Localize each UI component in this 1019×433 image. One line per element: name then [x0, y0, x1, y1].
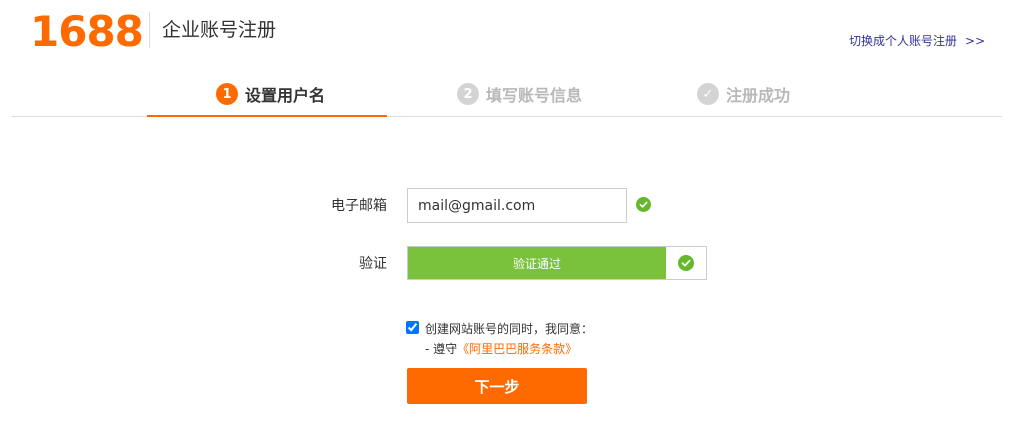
agreement-terms-line: - 遵守《阿里巴巴服务条款》 — [425, 341, 577, 357]
email-label: 电子邮箱 — [331, 198, 387, 214]
page-title: 企业账号注册 — [162, 19, 277, 41]
switch-to-personal-link[interactable]: 切换成个人账号注册 >> — [849, 32, 985, 50]
step-label: 注册成功 — [726, 86, 791, 105]
email-input[interactable] — [407, 188, 627, 223]
active-step-indicator — [147, 115, 387, 117]
step-set-username: 1 设置用户名 — [216, 82, 325, 106]
verify-success-check-icon — [678, 255, 694, 271]
registration-page: 1688 企业账号注册 切换成个人账号注册 >> 1 设置用户名 2 填写账号信息… — [0, 0, 1019, 433]
switch-link-arrow: >> — [965, 34, 986, 48]
step-label: 设置用户名 — [245, 86, 326, 105]
next-step-button[interactable]: 下一步 — [407, 368, 587, 404]
verify-passed-track: 验证通过 — [408, 247, 666, 279]
email-valid-check-icon — [636, 197, 651, 212]
agreement-text: 创建网站账号的同时，我同意： — [425, 322, 594, 336]
agreement-checkbox[interactable] — [406, 321, 419, 334]
agreement-terms-prefix: - 遵守 — [425, 342, 458, 356]
header-divider — [149, 12, 150, 48]
check-icon: ✓ — [697, 83, 719, 105]
terms-of-service-link[interactable]: 《阿里巴巴服务条款》 — [457, 342, 577, 356]
step-fill-account-info: 2 填写账号信息 — [457, 82, 582, 106]
switch-link-label: 切换成个人账号注册 — [849, 34, 958, 48]
verify-slider-handle[interactable] — [666, 247, 706, 279]
step-register-success: ✓ 注册成功 — [697, 82, 790, 106]
verify-label: 验证 — [359, 256, 387, 272]
step-number-badge: 2 — [457, 83, 479, 105]
step-number-badge: 1 — [216, 83, 238, 105]
step-label: 填写账号信息 — [486, 86, 583, 105]
logo-1688[interactable]: 1688 — [30, 8, 144, 56]
slider-verification[interactable]: 验证通过 — [407, 246, 707, 280]
